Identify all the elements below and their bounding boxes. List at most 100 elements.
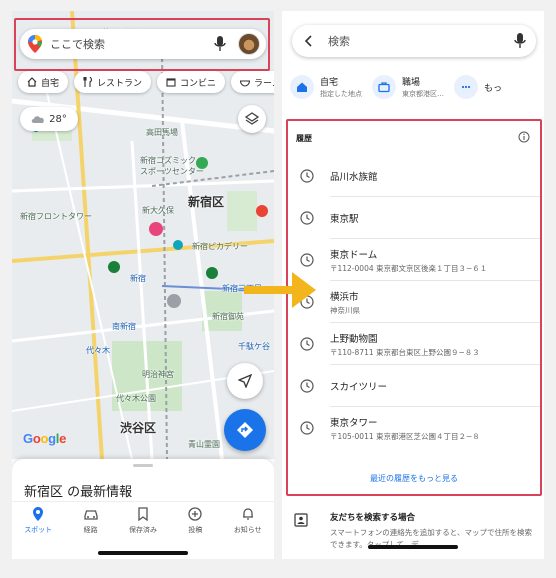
home-indicator xyxy=(368,545,458,549)
quick-work[interactable]: 職場 東京都港区… xyxy=(372,75,444,99)
weather-badge[interactable]: 28° xyxy=(20,107,78,131)
nav-explore[interactable]: スポット xyxy=(16,506,60,559)
map-label-shinjuku-station: 新宿 xyxy=(130,274,146,283)
google-logo: Google xyxy=(23,431,67,446)
weather-temp: 28° xyxy=(49,113,67,125)
history-item[interactable]: 東京ドーム 〒112-0004 東京都文京区後楽１丁目３−６１ xyxy=(288,239,540,281)
restaurant-icon xyxy=(83,77,93,87)
more-icon xyxy=(454,75,478,99)
chip-label: コンビニ xyxy=(180,78,217,89)
map-label-picadilly: 新宿ピカデリー xyxy=(192,242,248,251)
quick-home[interactable]: 自宅 指定した地点 xyxy=(290,75,362,99)
quick-more[interactable]: もっ xyxy=(454,75,502,99)
clock-icon xyxy=(300,379,314,393)
quick-subtitle: 東京都港区… xyxy=(402,90,444,98)
contacts-tip-title: 友だちを検索する場合 xyxy=(330,513,416,523)
store-icon xyxy=(166,78,176,87)
bell-icon xyxy=(242,508,253,520)
home-icon xyxy=(27,77,37,87)
chip-ramen[interactable]: ラーメ xyxy=(231,71,274,93)
map-label-takadanobaba: 高田馬場 xyxy=(146,128,178,137)
history-address: 〒105-0011 東京都港区芝公園４丁目２−８ xyxy=(330,431,480,441)
history-list: 品川水族館 東京駅 東京ドーム 〒112-0004 東京都文京区後楽１丁目３−６… xyxy=(288,155,540,449)
chip-label: レストラン xyxy=(97,78,143,89)
sheet-title: 新宿区 の最新情報 xyxy=(24,485,133,500)
briefcase-icon xyxy=(372,75,396,99)
quick-subtitle: 指定した地点 xyxy=(320,90,362,98)
quick-title: 自宅 xyxy=(320,78,339,88)
nav-label: 保存済み xyxy=(128,526,157,534)
map-label-front-tower: 新宿フロントタワー xyxy=(20,212,92,221)
nav-label: スポット xyxy=(24,526,53,534)
quick-title: もっ xyxy=(484,83,503,94)
left-phone-screen: サンモール 高田馬場 新宿コズミック スポーツセンター 新大久保 新宿区 新宿フ… xyxy=(12,11,274,559)
chip-label: ラーメ xyxy=(254,78,274,89)
nav-label: お知らせ xyxy=(233,526,262,534)
directions-button[interactable] xyxy=(224,409,266,451)
layers-icon xyxy=(245,112,259,125)
my-location-button[interactable] xyxy=(227,363,263,399)
map-label-shinjuku-ku: 新宿区 xyxy=(188,195,225,209)
directions-icon xyxy=(237,422,253,438)
history-name: 横浜市 xyxy=(330,291,359,303)
history-address: 〒112-0004 東京都文京区後楽１丁目３−６１ xyxy=(330,263,488,273)
map-label-yoyogi-park: 代々木公園 xyxy=(116,394,156,403)
map-label-meiji-jingu: 明治神宮 xyxy=(142,370,174,379)
clock-icon xyxy=(300,253,314,267)
map-label-yoyogi: 代々木 xyxy=(86,346,110,355)
map-label-shibuya-ku: 渋谷区 xyxy=(120,421,157,435)
map-label-minami-shinjuku: 南新宿 xyxy=(112,322,136,331)
map-label-aoyama: 青山霊園 xyxy=(188,440,220,449)
history-item[interactable]: スカイツリー xyxy=(288,365,540,407)
history-panel: 履歴 品川水族館 東京駅 東京ドーム 〒112-0004 東京都文京区後楽１丁目… xyxy=(286,119,542,496)
history-name: 上野動物園 xyxy=(330,333,378,345)
contacts-icon xyxy=(294,513,308,527)
history-address: 〒110-8711 東京都台東区上野公園９−８３ xyxy=(330,347,480,357)
car-icon xyxy=(83,510,98,520)
navigation-arrow-icon xyxy=(238,374,252,388)
history-item[interactable]: 品川水族館 xyxy=(288,155,540,197)
bookmark-icon xyxy=(138,507,148,522)
info-icon[interactable] xyxy=(518,131,530,143)
more-history-link[interactable]: 最近の履歴をもっと見る xyxy=(288,473,540,484)
transition-arrow-icon xyxy=(244,272,316,308)
history-item[interactable]: 東京駅 xyxy=(288,197,540,239)
clock-icon xyxy=(300,169,314,183)
search-input[interactable]: 検索 xyxy=(292,25,536,57)
chip-label: 自宅 xyxy=(41,78,60,89)
ramen-icon xyxy=(240,80,251,87)
history-name: スカイツリー xyxy=(330,382,388,393)
search-highlight-box xyxy=(14,18,270,71)
nav-label: 投稿 xyxy=(188,526,203,534)
map-label-cosmic: 新宿コズミック スポーツセンター xyxy=(140,156,204,176)
plus-circle-icon xyxy=(188,507,203,521)
quick-places: 自宅 指定した地点 職場 東京都港区… もっ xyxy=(290,75,502,99)
map-label-shin-okubo: 新大久保 xyxy=(142,206,174,215)
chip-restaurant[interactable]: レストラン xyxy=(74,71,152,93)
history-item[interactable]: 横浜市 神奈川県 xyxy=(288,281,540,323)
sheet-handle[interactable] xyxy=(133,464,153,467)
history-address: 神奈川県 xyxy=(330,305,360,315)
cloud-icon xyxy=(31,116,44,123)
history-name: 東京駅 xyxy=(330,214,359,225)
nav-label: 経路 xyxy=(83,526,98,534)
nav-updates[interactable]: お知らせ xyxy=(226,506,270,559)
chip-convenience[interactable]: コンビニ xyxy=(157,71,226,93)
bottom-sheet[interactable]: 新宿区 の最新情報 xyxy=(12,459,274,505)
clock-icon xyxy=(300,211,314,225)
layers-button[interactable] xyxy=(238,105,266,133)
clock-icon xyxy=(300,421,314,435)
search-placeholder: 検索 xyxy=(328,35,350,48)
history-name: 東京タワー xyxy=(330,417,378,429)
map-label-gyoen: 新宿御苑 xyxy=(212,312,244,321)
history-item[interactable]: 上野動物園 〒110-8711 東京都台東区上野公園９−８３ xyxy=(288,323,540,365)
back-arrow-icon[interactable] xyxy=(302,34,316,48)
home-icon xyxy=(290,75,314,99)
clock-icon xyxy=(300,337,314,351)
quick-title: 職場 xyxy=(402,78,421,88)
right-phone-screen: 検索 自宅 指定した地点 職場 東京都港区… もっ 履歴 品川水族館 東京駅 東… xyxy=(282,11,544,559)
mic-icon[interactable] xyxy=(514,33,526,49)
chip-home[interactable]: 自宅 xyxy=(18,71,69,93)
category-chips: 自宅 レストラン コンビニ ラーメ xyxy=(18,71,274,93)
history-item[interactable]: 東京タワー 〒105-0011 東京都港区芝公園４丁目２−８ xyxy=(288,407,540,449)
